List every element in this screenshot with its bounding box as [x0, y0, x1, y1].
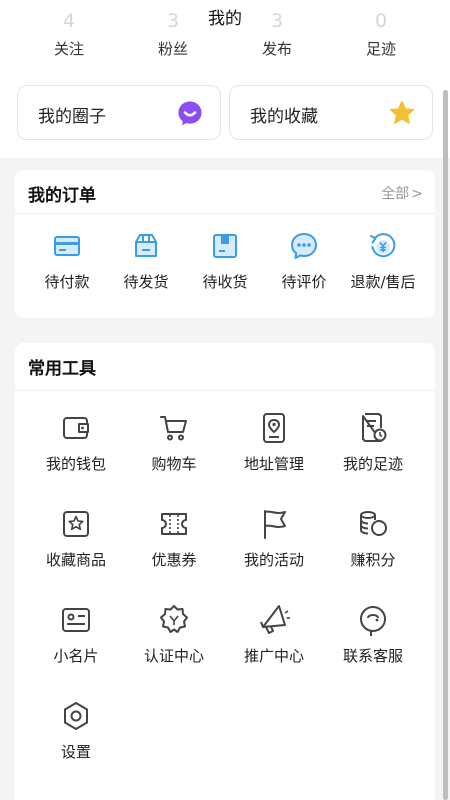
order-label: 待评价 — [281, 273, 327, 291]
tool-label: 优惠券 — [151, 551, 197, 569]
tools-title: 常用工具 — [28, 359, 96, 379]
order-pending-shipment[interactable]: 待发货 — [104, 230, 188, 292]
scrollbar[interactable] — [443, 90, 448, 800]
footprint-icon — [362, 413, 387, 442]
orders-panel: 我的订单 全部 > 待付款 待发货 待收货 待评价 退款/售后 — [15, 170, 435, 318]
tool-label: 购物车 — [151, 455, 197, 473]
tool-label: 地址管理 — [243, 455, 304, 473]
coupon-icon — [161, 513, 187, 535]
tool-settings[interactable]: 设置 — [26, 699, 126, 762]
tools-header: 常用工具 — [15, 343, 435, 391]
settings-icon — [64, 702, 88, 730]
orders-view-all-link[interactable]: 全部 > — [381, 183, 423, 203]
tool-label: 收藏商品 — [45, 551, 106, 569]
tool-certification[interactable]: 认证中心 — [124, 603, 224, 666]
view-all-label: 全部 — [381, 186, 410, 202]
location-icon — [263, 413, 285, 443]
stat-label: 关注 — [53, 40, 84, 58]
tool-address[interactable]: 地址管理 — [224, 411, 324, 474]
comment-icon — [291, 233, 317, 259]
orders-header: 我的订单 全部 > — [15, 170, 435, 214]
tool-label: 推广中心 — [243, 647, 304, 665]
order-pending-payment[interactable]: 待付款 — [25, 230, 109, 292]
badge-icon — [160, 605, 188, 633]
cart-icon — [160, 416, 187, 441]
order-label: 待收货 — [202, 273, 248, 291]
chevron-right-icon: > — [411, 186, 423, 202]
tool-activities[interactable]: 我的活动 — [224, 507, 324, 570]
star-icon — [389, 100, 415, 124]
customer-service-icon — [360, 606, 386, 636]
tool-promotion[interactable]: 推广中心 — [224, 603, 324, 666]
tool-label: 小名片 — [53, 647, 99, 665]
id-card-icon — [62, 608, 90, 632]
order-pending-review[interactable]: 待评价 — [262, 230, 346, 292]
wallet-icon — [63, 417, 89, 439]
tool-favorite-products[interactable]: 收藏商品 — [26, 507, 126, 570]
tool-wallet[interactable]: 我的钱包 — [26, 411, 126, 474]
page-title: 我的 — [208, 9, 242, 29]
my-favorites-card[interactable]: 我的收藏 — [229, 85, 433, 140]
shipping-box-icon — [135, 234, 157, 257]
tool-label: 我的钱包 — [45, 455, 106, 473]
receive-box-icon — [213, 234, 237, 258]
tool-business-card[interactable]: 小名片 — [26, 603, 126, 666]
card-label: 我的圈子 — [38, 107, 106, 127]
order-label: 待发货 — [123, 273, 169, 291]
tool-label: 设置 — [60, 743, 91, 761]
tool-cart[interactable]: 购物车 — [124, 411, 224, 474]
card-label: 我的收藏 — [250, 107, 318, 127]
orders-title: 我的订单 — [28, 186, 96, 206]
tool-label: 联系客服 — [342, 647, 403, 665]
tool-earn-points[interactable]: 赚积分 — [323, 507, 423, 570]
stat-label: 粉丝 — [157, 40, 188, 58]
stat-label: 足迹 — [365, 40, 396, 58]
tool-footprints[interactable]: 我的足迹 — [323, 411, 423, 474]
tool-label: 认证中心 — [143, 647, 204, 665]
stat-label: 发布 — [261, 40, 292, 58]
order-label: 退款/售后 — [350, 273, 416, 291]
profile-header: 4 关注 3 粉丝 3 发布 0 足迹 我的 我的圈子 我的收藏 — [0, 0, 450, 158]
tool-label: 我的足迹 — [342, 455, 403, 473]
tool-customer-service[interactable]: 联系客服 — [323, 603, 423, 666]
order-pending-receipt[interactable]: 待收货 — [183, 230, 267, 292]
megaphone-icon — [260, 605, 290, 634]
order-label: 待付款 — [44, 273, 90, 291]
tools-panel: 常用工具 我的钱包 购物车 地址管理 我的足迹 收藏商品 优惠券 我的活动 赚积… — [15, 343, 435, 800]
order-refund-aftersales[interactable]: 退款/售后 — [341, 230, 425, 292]
star-box-icon — [63, 511, 89, 537]
refund-icon — [370, 233, 396, 258]
tool-label: 我的活动 — [243, 551, 304, 569]
my-circle-card[interactable]: 我的圈子 — [17, 85, 221, 140]
card-icon — [54, 236, 80, 256]
flag-icon — [264, 510, 286, 539]
tool-label: 赚积分 — [350, 551, 396, 569]
tool-coupons[interactable]: 优惠券 — [124, 507, 224, 570]
coins-icon — [360, 511, 387, 536]
chat-bubble-icon — [178, 101, 202, 126]
